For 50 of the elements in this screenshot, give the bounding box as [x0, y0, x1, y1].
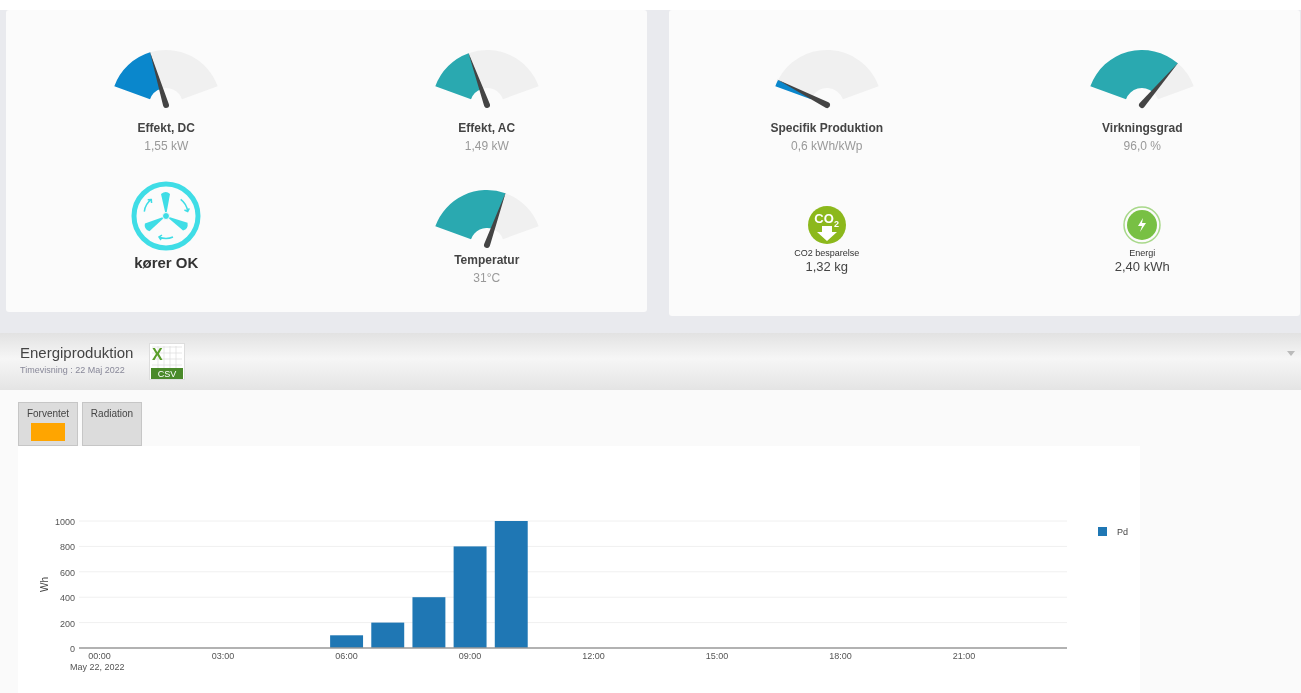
- y-tick-label: 400: [59, 593, 75, 604]
- y-tick-label: 200: [59, 618, 75, 629]
- x-tick-label: 06:00: [335, 651, 358, 661]
- gauge-label: Virkningsgrad: [1102, 121, 1183, 135]
- x-tick-label: 09:00: [458, 651, 482, 661]
- x-tick-label: 15:00: [705, 651, 729, 661]
- gauge-needle: [150, 51, 170, 108]
- gauge-value: 0,6 kWh/kWp: [791, 139, 863, 153]
- series-toggle[interactable]: Radiation: [82, 402, 142, 446]
- bar: [412, 597, 446, 648]
- y-tick-label: 0: [70, 644, 75, 654]
- legend-swatch: [1098, 527, 1107, 536]
- stat-value: 2,40 kWh: [1114, 259, 1170, 274]
- gauge-value: 96,0 %: [1123, 139, 1161, 153]
- gauge-value: 1,55 kW: [144, 139, 189, 153]
- csv-export-icon[interactable]: X CSV: [149, 343, 186, 380]
- gauge-track: [492, 193, 539, 240]
- y-axis-title: Wh: [39, 577, 50, 592]
- gauge-label: Specifik Produktion: [770, 121, 884, 135]
- stat-value: 1,32 kg: [805, 259, 849, 274]
- stat-label: CO2 besparelse: [794, 248, 860, 258]
- y-tick-label: 800: [59, 542, 75, 553]
- x-tick-label: 18:00: [829, 651, 852, 661]
- gauge-track: [1153, 63, 1194, 100]
- lightning-icon: [1123, 206, 1162, 244]
- gauge-needle: [467, 52, 490, 108]
- status-text: kører OK: [134, 254, 199, 271]
- y-tick-label: 1000: [54, 517, 75, 527]
- date-label: May 22, 2022: [70, 662, 125, 672]
- x-tick-label: 21:00: [952, 651, 976, 661]
- legend-label: Pd: [1117, 527, 1128, 537]
- gauge-label: Effekt, AC: [458, 121, 516, 135]
- gauge-value: 31°C: [473, 271, 501, 285]
- bar: [371, 622, 405, 648]
- fan-icon: [130, 180, 203, 252]
- x-tick-label: 03:00: [211, 651, 235, 661]
- gauge-track: [468, 50, 539, 100]
- stat-label: Energi: [1129, 248, 1156, 258]
- series-toggle[interactable]: Forventet: [18, 402, 78, 446]
- panel-title: Energiproduktion: [20, 344, 134, 361]
- gauge-needle: [1139, 62, 1179, 108]
- gauge-needle: [483, 192, 506, 248]
- gauge-label: Effekt, DC: [137, 121, 195, 135]
- x-tick-label: 12:00: [582, 651, 605, 661]
- panel-subtitle: Timevisning : 22 Maj 2022: [20, 365, 126, 375]
- gauge-value: 1,49 kW: [464, 139, 509, 153]
- gauge-label: Temperatur: [454, 253, 520, 267]
- x-tick-label: 00:00: [88, 651, 111, 661]
- y-tick-label: 600: [59, 567, 75, 578]
- caret-icon[interactable]: [1287, 351, 1295, 356]
